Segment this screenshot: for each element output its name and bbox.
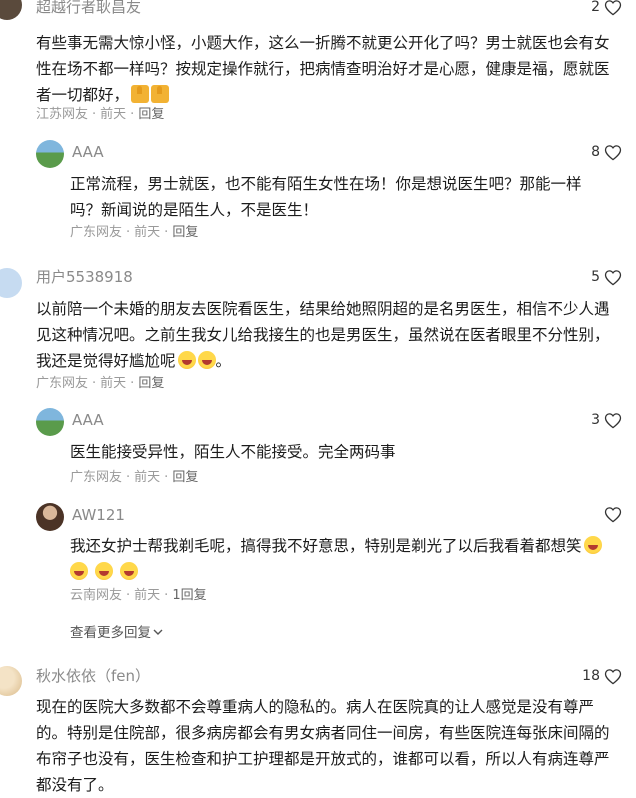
comment-username[interactable]: 秋水依依（fen） xyxy=(36,667,150,685)
comment-username[interactable]: AAA xyxy=(72,143,104,161)
comment-text: 以前陪一个未婚的朋友去医院看医生，结果给她照阴超的是名男医生，相信不少人遇见这种… xyxy=(36,296,614,374)
heart-icon xyxy=(604,668,622,685)
separator: · xyxy=(164,470,169,485)
comment-time: 前天 xyxy=(100,107,127,122)
laughing-emoji-icon xyxy=(583,536,602,554)
avatar[interactable] xyxy=(0,0,22,20)
comment-username[interactable]: AW121 xyxy=(72,506,125,524)
like-button[interactable]: 5 xyxy=(591,268,622,286)
heart-icon xyxy=(604,0,622,16)
comment-location: 广东网友 xyxy=(36,376,89,391)
like-count: 5 xyxy=(591,269,600,285)
like-button[interactable] xyxy=(600,506,622,523)
comment-meta: 广东网友 · 前天 · 回复 xyxy=(70,225,198,241)
reply-button[interactable]: 回复 xyxy=(172,470,198,485)
thumbs-up-emoji-icon xyxy=(151,85,170,103)
comment-text-body: 有些事无需大惊小怪，小题大作，这么一折腾不就更公开化了吗？男士就医也会有女性在场… xyxy=(36,34,610,104)
separator: · xyxy=(126,225,131,240)
comment-username[interactable]: 超越行者耿昌友 xyxy=(36,0,141,16)
like-button[interactable]: 18 xyxy=(582,667,622,685)
chevron-down-icon xyxy=(153,629,163,635)
like-count: 2 xyxy=(591,0,600,15)
separator: · xyxy=(126,470,131,485)
thumbs-up-emoji-icon xyxy=(131,85,150,103)
laughing-emoji-icon xyxy=(197,351,216,369)
avatar[interactable] xyxy=(36,140,64,168)
comment-text: 医生能接受异性，陌生人不能接受。完全两码事 xyxy=(70,443,396,461)
comment-meta: 广东网友 · 前天 · 回复 xyxy=(36,376,164,392)
avatar[interactable] xyxy=(0,268,22,298)
avatar[interactable] xyxy=(0,666,22,696)
like-count: 3 xyxy=(591,412,600,428)
heart-icon xyxy=(604,412,622,429)
comment-text: 正常流程，男士就医，也不能有陌生女性在场！你是想说医生吧？那能一样吗？新闻说的是… xyxy=(70,175,582,219)
heart-icon xyxy=(604,144,622,161)
reply-button[interactable]: 回复 xyxy=(172,225,198,240)
comment-text-tail: 。 xyxy=(215,352,232,370)
like-count: 18 xyxy=(582,668,600,684)
comment-meta: 江苏网友 · 前天 · 回复 xyxy=(36,107,164,123)
heart-icon xyxy=(604,506,622,523)
comment-text-body: 我还女护士帮我剃毛呢，搞得我不好意思，特别是剃光了以后我看着都想笑 xyxy=(70,537,582,555)
comment-time: 前天 xyxy=(134,588,161,603)
comment-text-body: 以前陪一个未婚的朋友去医院看医生，结果给她照阴超的是名男医生，相信不少人遇见这种… xyxy=(36,300,610,370)
comment-meta: 广东网友 · 前天 · 回复 xyxy=(70,470,198,486)
comment-location: 云南网友 xyxy=(70,588,123,603)
heart-icon xyxy=(604,269,622,286)
comment-time: 前天 xyxy=(134,225,161,240)
comment-time: 前天 xyxy=(100,376,127,391)
comment-username[interactable]: AAA xyxy=(72,411,104,429)
like-count: 8 xyxy=(591,144,600,160)
comment-location: 广东网友 xyxy=(70,225,123,240)
laughing-emoji-icon xyxy=(94,562,113,580)
view-more-replies-button[interactable]: 查看更多回复 xyxy=(70,621,163,641)
separator: · xyxy=(130,107,135,122)
reply-button[interactable]: 回复 xyxy=(138,376,164,391)
avatar[interactable] xyxy=(36,503,64,531)
reply-button[interactable]: 1回复 xyxy=(172,588,206,603)
like-button[interactable]: 8 xyxy=(591,143,622,161)
laughing-emoji-icon xyxy=(177,351,196,369)
like-button[interactable]: 2 xyxy=(591,0,622,16)
avatar[interactable] xyxy=(36,408,64,436)
separator: · xyxy=(164,225,169,240)
comment-location: 广东网友 xyxy=(70,470,123,485)
comment-text: 现在的医院大多数都不会尊重病人的隐私的。病人在医院真的让人感觉是没有尊严的。特别… xyxy=(36,698,610,794)
separator: · xyxy=(164,588,169,603)
comment-username[interactable]: 用户5538918 xyxy=(36,268,133,286)
separator: · xyxy=(92,107,97,122)
laughing-emoji-icon xyxy=(119,562,138,580)
like-button[interactable]: 3 xyxy=(591,411,622,429)
comment-text: 我还女护士帮我剃毛呢，搞得我不好意思，特别是剃光了以后我看着都想笑 xyxy=(70,533,612,585)
separator: · xyxy=(130,376,135,391)
separator: · xyxy=(92,376,97,391)
comment-location: 江苏网友 xyxy=(36,107,89,122)
laughing-emoji-icon xyxy=(70,562,88,580)
comment-meta: 云南网友 · 前天 · 1回复 xyxy=(70,588,207,604)
view-more-label: 查看更多回复 xyxy=(70,625,151,641)
comment-time: 前天 xyxy=(134,470,161,485)
comment-text: 有些事无需大惊小怪，小题大作，这么一折腾不就更公开化了吗？男士就医也会有女性在场… xyxy=(36,30,614,108)
reply-button[interactable]: 回复 xyxy=(138,107,164,122)
separator: · xyxy=(126,588,131,603)
